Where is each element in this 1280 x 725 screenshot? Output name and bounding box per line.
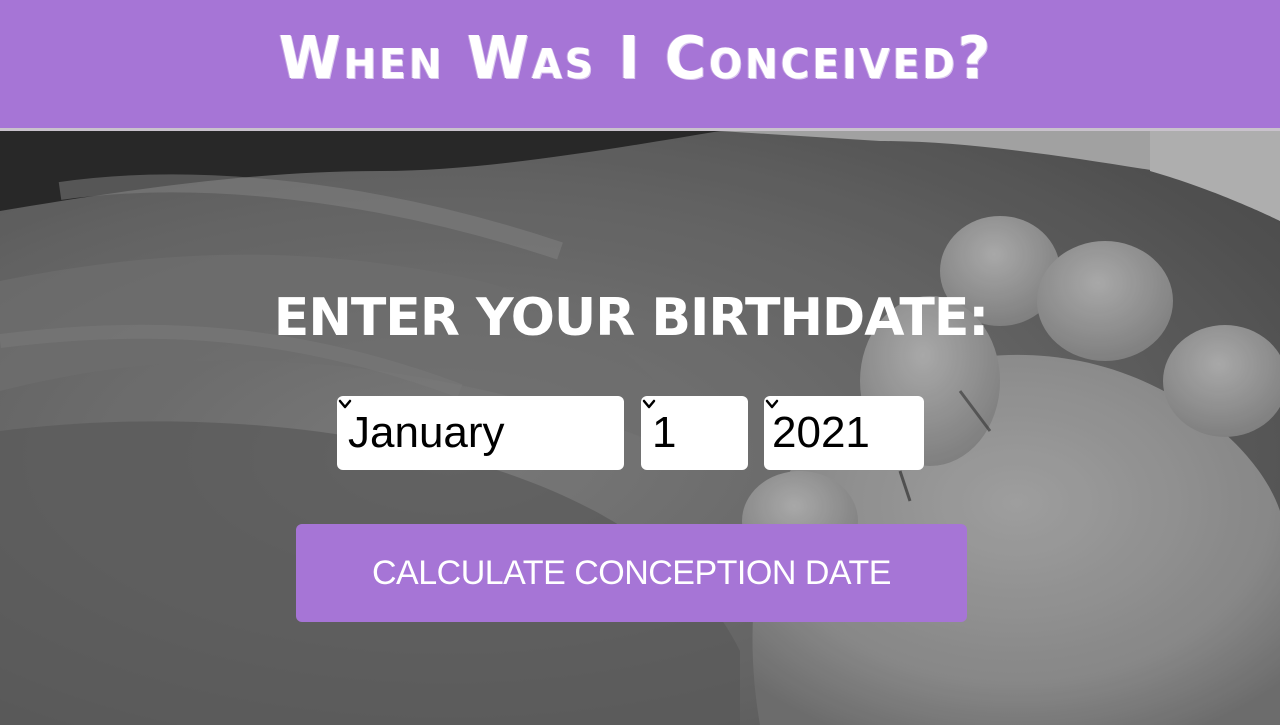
hero-section: ENTER YOUR BIRTHDATE: January 1 2021 CAL… xyxy=(0,131,1280,725)
birthdate-prompt: ENTER YOUR BIRTHDATE: xyxy=(273,288,989,348)
chevron-down-icon xyxy=(338,399,352,409)
chevron-down-icon xyxy=(765,399,779,409)
calculate-conception-date-button[interactable]: CALCULATE CONCEPTION DATE xyxy=(296,524,967,622)
month-select[interactable]: January xyxy=(337,396,624,470)
day-select-value: 1 xyxy=(652,408,677,457)
year-select-value: 2021 xyxy=(772,408,870,457)
month-select-value: January xyxy=(348,408,505,457)
chevron-down-icon xyxy=(642,399,656,409)
birthdate-form: ENTER YOUR BIRTHDATE: January 1 2021 CAL… xyxy=(0,131,1280,725)
day-select[interactable]: 1 xyxy=(641,396,748,470)
year-select[interactable]: 2021 xyxy=(764,396,924,470)
site-title: When Was I Conceived? xyxy=(278,23,994,93)
page: When Was I Conceived? ENTER YOUR BIRTHDA… xyxy=(0,0,1280,725)
site-header: When Was I Conceived? xyxy=(0,0,1280,131)
